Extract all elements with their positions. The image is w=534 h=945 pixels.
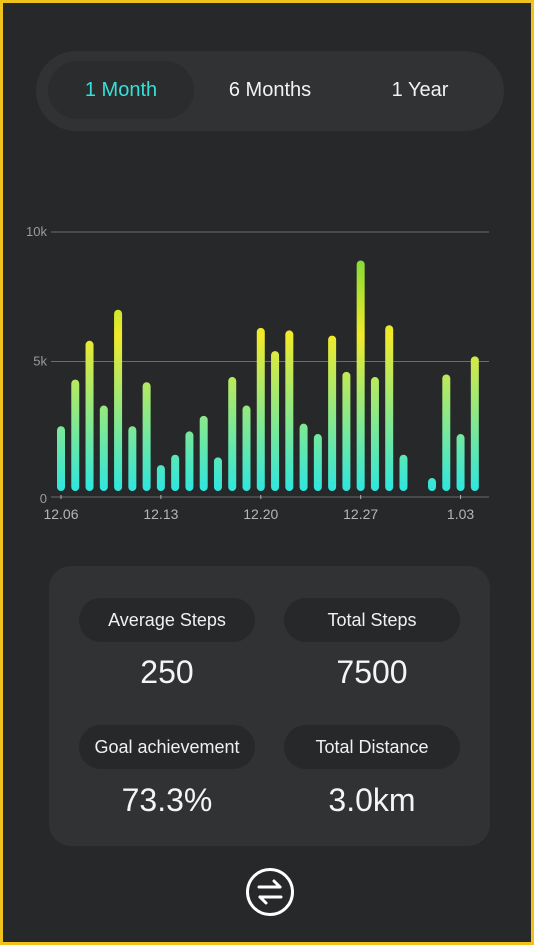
bar-12.29[interactable] (399, 454, 408, 491)
bar-12.25[interactable] (342, 371, 351, 491)
bar-12.31[interactable] (428, 478, 437, 491)
x-tick-label: 12.06 (43, 506, 78, 522)
bar-12.08[interactable] (99, 405, 108, 491)
bar-12.06[interactable] (71, 379, 80, 491)
total-distance-label: Total Distance (284, 725, 460, 769)
bar-12.10[interactable] (128, 426, 137, 491)
total-steps-label: Total Steps (284, 598, 460, 642)
bar-1.03[interactable] (470, 356, 479, 491)
bar-1.01[interactable] (442, 374, 451, 491)
goal-achievement-label: Goal achievement (79, 725, 255, 769)
bar-12.21[interactable] (285, 330, 294, 491)
bar-12.24[interactable] (328, 335, 337, 491)
x-tick-label: 12.20 (243, 506, 278, 522)
bar-12.16[interactable] (213, 457, 222, 491)
swap-arrows-icon (257, 879, 283, 905)
y-tick-label: 0 (40, 491, 47, 506)
bar-12.05[interactable] (57, 426, 65, 491)
bar-12.20[interactable] (271, 351, 280, 491)
average-steps-value: 250 (140, 654, 194, 690)
steps-bar-chart: 0 5k 10k 12.06 12.13 12.20 12.27 1.03 (26, 224, 489, 522)
bar-1.02[interactable] (456, 434, 465, 491)
y-tick-label: 10k (26, 224, 47, 239)
y-tick-label: 5k (33, 354, 47, 369)
bar-12.13[interactable] (171, 454, 180, 491)
bar-12.19[interactable] (256, 327, 265, 491)
bar-12.07[interactable] (85, 340, 94, 491)
x-tick-label: 1.03 (447, 506, 474, 522)
bar-12.26[interactable] (356, 260, 365, 491)
bar-12.28[interactable] (385, 325, 394, 491)
bar-12.09[interactable] (114, 309, 123, 491)
bar-12.17[interactable] (228, 377, 237, 491)
bar-12.18[interactable] (242, 405, 251, 491)
total-distance-value: 3.0km (328, 782, 416, 818)
bar-12.22[interactable] (299, 423, 308, 491)
app-frame: 1 Month 6 Months 1 Year 0 5k 10k 12.06 12.13… (0, 0, 534, 945)
x-tick-label: 12.13 (143, 506, 178, 522)
average-steps-label: Average Steps (79, 598, 255, 642)
bar-12.15[interactable] (199, 415, 208, 491)
bar-12.23[interactable] (313, 434, 322, 491)
swap-view-button[interactable] (246, 868, 294, 916)
stats-panel: Average Steps Total Steps 250 7500 Goal … (49, 566, 490, 846)
bar-12.27[interactable] (370, 377, 379, 491)
total-steps-value: 7500 (336, 654, 408, 690)
bar-12.14[interactable] (185, 431, 194, 491)
bar-12.11[interactable] (142, 382, 151, 491)
bar-12.12[interactable] (156, 465, 165, 491)
x-tick-label: 12.27 (343, 506, 378, 522)
goal-achievement-value: 73.3% (121, 782, 213, 818)
